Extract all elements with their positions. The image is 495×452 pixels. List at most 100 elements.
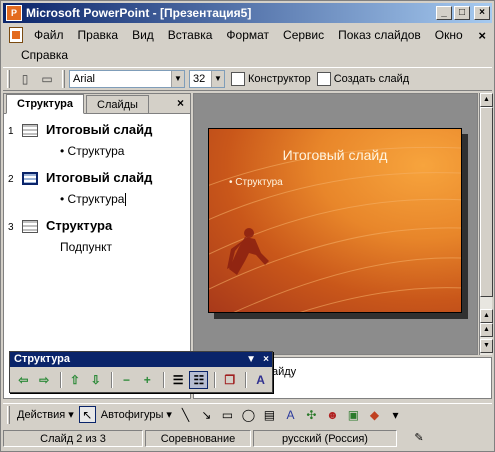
slide-number: 1 xyxy=(8,126,14,137)
picture-icon[interactable]: ▣ xyxy=(345,406,362,423)
menu-window[interactable]: Окно xyxy=(428,26,470,44)
close-icon[interactable]: × xyxy=(263,352,269,367)
new-slide-button[interactable]: Создать слайд xyxy=(316,72,409,86)
outline-text[interactable]: 1 Итоговый слайд • Структура 2 Итоговый … xyxy=(4,114,190,266)
outline-slide-3[interactable]: 3 Структура Подпункт xyxy=(4,218,190,266)
collapse-all-icon[interactable]: ☰ xyxy=(169,371,188,389)
outline-toolbar[interactable]: Структура ▼ × ⇦ ⇨ ⇧ ⇩ − + ☰ ☷ ❐ A xyxy=(9,351,273,393)
slide-icon[interactable] xyxy=(22,124,38,137)
scroll-up-icon[interactable]: ▲ xyxy=(480,323,493,337)
slide-icon[interactable] xyxy=(22,172,38,185)
slide-subitem[interactable]: Подпункт xyxy=(60,240,112,254)
menu-tools[interactable]: Сервис xyxy=(276,26,331,44)
toolbar-grip[interactable] xyxy=(7,70,10,88)
new-slide-icon xyxy=(316,72,331,86)
close-pane-icon[interactable]: × xyxy=(177,96,184,110)
expand-icon[interactable]: + xyxy=(138,371,157,389)
document-icon[interactable] xyxy=(9,27,23,43)
font-select[interactable]: Arial ▼ xyxy=(69,70,185,88)
title-bar[interactable]: P Microsoft PowerPoint - [Презентация5] … xyxy=(3,3,492,23)
slide-title[interactable]: Итоговый слайд xyxy=(46,122,152,137)
slide-canvas[interactable]: Итоговый слайд • Структура xyxy=(208,128,462,313)
slide-title-placeholder[interactable]: Итоговый слайд xyxy=(209,147,461,163)
outline-slide-2[interactable]: 2 Итоговый слайд • Структура xyxy=(4,170,190,218)
scroll-thumb[interactable] xyxy=(480,107,493,297)
maximize-button[interactable]: □ xyxy=(454,6,470,20)
clipart-icon[interactable]: ☻ xyxy=(324,406,341,423)
chevron-down-icon[interactable]: ▼ xyxy=(246,352,256,367)
line-icon[interactable]: ╲ xyxy=(177,406,194,423)
toolbar-grip[interactable] xyxy=(7,405,10,424)
textbox-icon[interactable]: ▤ xyxy=(261,406,278,423)
wordart-icon[interactable]: A xyxy=(282,406,299,423)
slide-title[interactable]: Структура xyxy=(46,218,112,233)
powerpoint-window: P Microsoft PowerPoint - [Презентация5] … xyxy=(0,0,495,452)
slide-body-text: Структура xyxy=(235,177,283,188)
tab-slides[interactable]: Слайды xyxy=(86,95,149,113)
slide-body-placeholder[interactable]: • Структура xyxy=(229,177,283,188)
status-bar: Слайд 2 из 3 Соревнование русский (Росси… xyxy=(3,428,492,448)
summary-slide-icon[interactable]: ❐ xyxy=(220,371,239,389)
font-size-select[interactable]: 32 ▼ xyxy=(189,70,225,88)
outline-toolbar-title-text: Структура xyxy=(14,353,70,365)
slide-number: 3 xyxy=(8,222,14,233)
separator xyxy=(111,371,114,388)
expand-all-icon[interactable]: ☷ xyxy=(189,370,209,389)
copy-icon[interactable]: ▭ xyxy=(38,70,56,88)
actions-menu[interactable]: Действия ▾ xyxy=(17,408,74,421)
vertical-scrollbar[interactable]: ▲ ▲ ▲ ▼ xyxy=(479,93,493,355)
slide-bullet[interactable]: • Структура xyxy=(60,192,127,207)
collapse-icon[interactable]: − xyxy=(117,371,136,389)
slide-bullet-text: Структура xyxy=(67,192,125,206)
designer-label: Конструктор xyxy=(248,73,311,85)
promote-icon[interactable]: ⇦ xyxy=(14,371,33,389)
fill-color-icon[interactable]: ◆ xyxy=(366,406,383,423)
window-title: Microsoft PowerPoint - [Презентация5] xyxy=(26,6,252,20)
autoshapes-menu[interactable]: Автофигуры ▾ xyxy=(101,408,172,421)
separator xyxy=(245,371,248,388)
menu-file[interactable]: Файл xyxy=(27,26,71,44)
outline-toolbar-title[interactable]: Структура ▼ × xyxy=(10,352,272,367)
minimize-button[interactable]: _ xyxy=(436,6,452,20)
menu-edit[interactable]: Правка xyxy=(71,26,126,44)
oval-icon[interactable]: ◯ xyxy=(240,406,257,423)
rectangle-icon[interactable]: ▭ xyxy=(219,406,236,423)
tab-outline[interactable]: Структура xyxy=(6,94,84,114)
close-button[interactable]: × xyxy=(474,6,490,20)
menu-format[interactable]: Формат xyxy=(219,26,276,44)
powerpoint-icon[interactable]: P xyxy=(6,5,22,21)
spelling-icon[interactable]: ✎ xyxy=(399,430,439,447)
show-formatting-icon[interactable]: A xyxy=(251,371,270,389)
separator xyxy=(162,371,165,388)
demote-icon[interactable]: ⇨ xyxy=(35,371,54,389)
menu-help[interactable]: Справка xyxy=(3,46,75,64)
notes-text: айду xyxy=(272,366,297,378)
scroll-up-icon[interactable]: ▲ xyxy=(480,93,493,107)
diagram-icon[interactable]: ✣ xyxy=(303,406,320,423)
chevron-down-icon[interactable]: ▾ xyxy=(387,406,404,423)
chevron-down-icon[interactable]: ▼ xyxy=(211,71,224,87)
menu-slideshow[interactable]: Показ слайдов xyxy=(331,26,428,44)
chevron-down-icon[interactable]: ▼ xyxy=(171,71,184,87)
close-document-icon[interactable]: × xyxy=(478,28,486,43)
move-down-icon[interactable]: ⇩ xyxy=(86,371,105,389)
scroll-up-icon[interactable]: ▲ xyxy=(480,309,493,323)
menu-view[interactable]: Вид xyxy=(125,26,161,44)
designer-button[interactable]: Конструктор xyxy=(231,72,311,86)
toolbar-separator xyxy=(62,70,65,88)
move-up-icon[interactable]: ⇧ xyxy=(66,371,85,389)
menu-bar: Файл Правка Вид Вставка Формат Сервис По… xyxy=(3,25,492,65)
arrow-icon[interactable]: ↘ xyxy=(198,406,215,423)
designer-icon xyxy=(231,72,245,86)
menu-insert[interactable]: Вставка xyxy=(161,26,220,44)
select-pointer-icon[interactable]: ↖ xyxy=(78,406,96,423)
new-document-icon[interactable]: ▯ xyxy=(16,70,34,88)
outline-slide-1[interactable]: 1 Итоговый слайд • Структура xyxy=(4,122,190,170)
slide-icon[interactable] xyxy=(22,220,38,233)
slide-pane[interactable]: Итоговый слайд • Структура xyxy=(193,93,478,355)
slide-title[interactable]: Итоговый слайд xyxy=(46,170,152,185)
status-slide-number: Слайд 2 из 3 xyxy=(3,429,143,447)
slide-bullet[interactable]: • Структура xyxy=(60,144,124,158)
text-cursor xyxy=(125,193,127,207)
scroll-down-icon[interactable]: ▼ xyxy=(480,339,493,353)
